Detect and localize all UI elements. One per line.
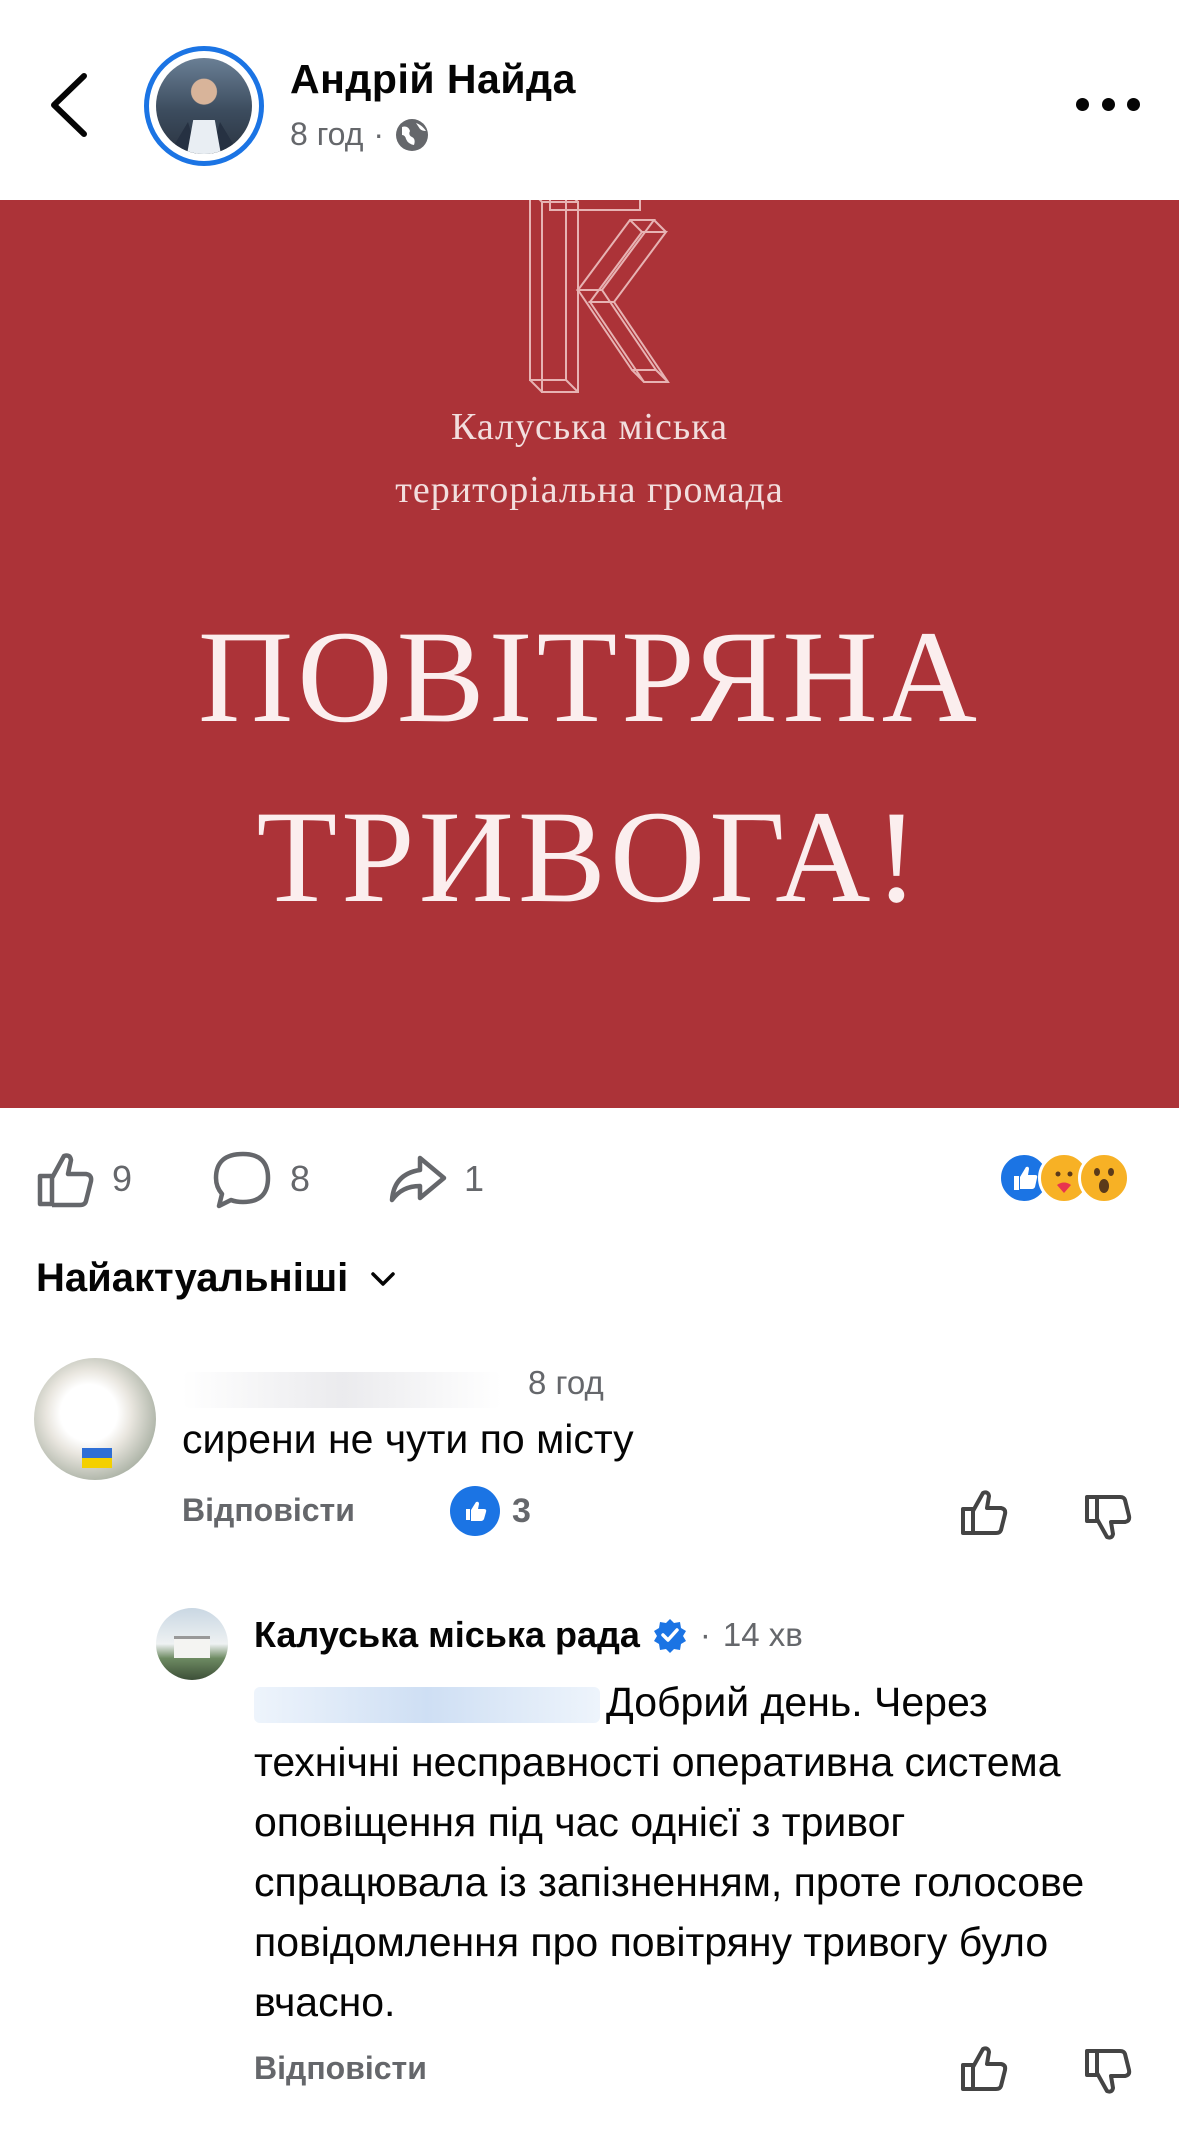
- share-arrow-icon: [389, 1155, 447, 1203]
- post-actions: 9 8 1: [0, 1108, 1179, 1238]
- letter-k-logo: [529, 200, 670, 393]
- comment-bubble-icon: [213, 1151, 271, 1209]
- like-reaction-icon: [450, 1486, 500, 1536]
- reply-header: Калуська міська рада · 14 хв: [254, 1614, 803, 1656]
- reactions-summary[interactable]: [998, 1152, 1148, 1208]
- like-button[interactable]: 9: [34, 1148, 132, 1210]
- thumbs-up-icon: [37, 1153, 94, 1208]
- reply-separator: ·: [699, 1616, 711, 1653]
- back-button[interactable]: [44, 70, 100, 140]
- commenter-name-redacted[interactable]: [182, 1372, 502, 1408]
- replier-avatar[interactable]: [156, 1608, 228, 1680]
- comment-reactions[interactable]: 3: [450, 1486, 531, 1536]
- ukraine-flag-icon: [82, 1448, 112, 1468]
- post-screen: Андрій Найда 8 год · Калуська міська тер…: [0, 0, 1179, 2131]
- post-header: Андрій Найда 8 год ·: [0, 0, 1179, 200]
- more-dot: [1076, 97, 1089, 111]
- more-dot: [1101, 97, 1115, 111]
- avatar-photo: [156, 58, 252, 154]
- alert-title-line1: ПОВІТРЯНА: [197, 603, 982, 750]
- mention-redacted[interactable]: [254, 1687, 600, 1724]
- alert-title-line2: ТРИВОГА!: [256, 783, 923, 930]
- org-name-line2: територіальна громада: [395, 469, 784, 511]
- comment-count: 8: [290, 1158, 311, 1199]
- reply-reply-button[interactable]: Відповісти: [254, 2050, 427, 2087]
- comment-button[interactable]: 8: [212, 1148, 310, 1210]
- like-count: 9: [112, 1158, 133, 1199]
- comment-reply-button[interactable]: Відповісти: [182, 1492, 355, 1529]
- commenter-avatar[interactable]: [34, 1358, 156, 1480]
- chevron-left-icon: [51, 73, 87, 137]
- thumbs-down-icon[interactable]: [1082, 1492, 1134, 1544]
- post-time[interactable]: 8 год: [290, 116, 363, 153]
- more-options-button[interactable]: [1076, 92, 1140, 116]
- reply-body: Добрий день. Через технічні несправності…: [254, 1672, 1134, 2032]
- replier-name[interactable]: Калуська міська рада: [254, 1614, 640, 1656]
- comments-sort-dropdown[interactable]: Найактуальніші: [36, 1256, 398, 1301]
- comment-like-count: 3: [512, 1491, 531, 1530]
- reply-text: Добрий день. Через технічні несправності…: [254, 1679, 1085, 2025]
- reply-time: 14 хв: [722, 1616, 803, 1653]
- post-meta: 8 год ·: [290, 116, 430, 153]
- chevron-down-icon: [371, 1271, 396, 1286]
- share-button[interactable]: 1: [386, 1148, 484, 1210]
- wow-reaction-icon: [1078, 1152, 1130, 1204]
- thumbs-up-icon[interactable]: [958, 2042, 1010, 2094]
- verified-badge-icon: [653, 1619, 686, 1653]
- meta-separator: ·: [373, 116, 385, 152]
- org-name-line1: Калуська міська: [450, 406, 728, 448]
- comment-time: 8 год: [528, 1364, 604, 1401]
- author-name[interactable]: Андрій Найда: [290, 56, 576, 103]
- more-dot: [1127, 97, 1140, 111]
- globe-icon: [396, 118, 429, 151]
- share-count: 1: [464, 1158, 485, 1199]
- author-avatar[interactable]: [144, 46, 264, 166]
- post-image[interactable]: Калуська міська територіальна громада ПО…: [0, 200, 1179, 1108]
- thumbs-down-icon[interactable]: [1082, 2046, 1134, 2098]
- sort-label: Найактуальніші: [36, 1256, 349, 1300]
- comment-text: сирени не чути по місту: [182, 1416, 634, 1462]
- thumbs-up-icon[interactable]: [958, 1486, 1010, 1538]
